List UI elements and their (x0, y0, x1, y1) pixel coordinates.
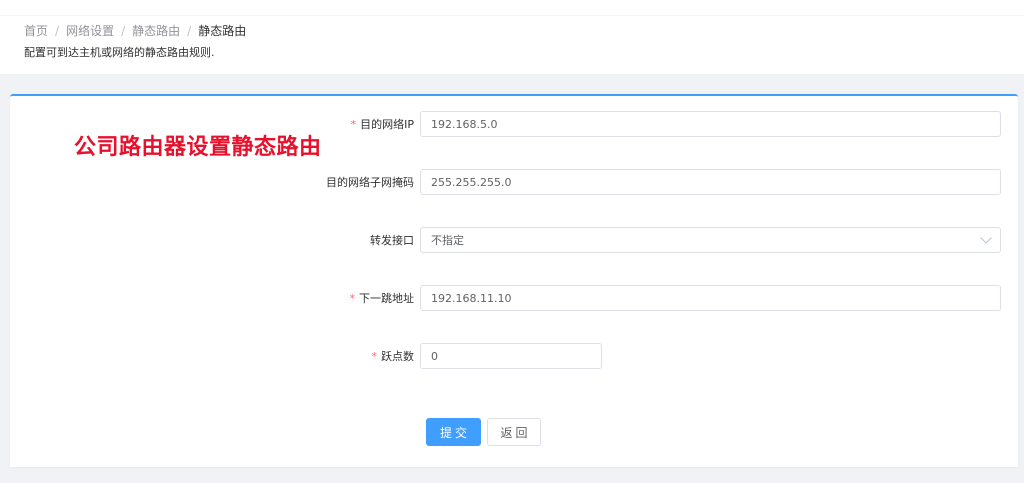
hops-value: 0 (431, 349, 438, 363)
dest-mask-value: 255.255.255.0 (431, 175, 512, 189)
dest-ip-input[interactable]: 192.168.5.0 (420, 111, 1001, 137)
next-hop-label: * 下一跳地址 (349, 292, 415, 305)
required-mark: * (350, 118, 357, 131)
annotation-note: 公司路由器设置静态路由 (74, 135, 322, 160)
interface-label: 转发接口 (370, 234, 414, 247)
dest-ip-label: * 目的网络IP (350, 118, 414, 131)
breadcrumb-current: 静态路由 (198, 24, 247, 38)
form-row-dest-ip: * 目的网络IP 192.168.5.0 (300, 111, 1001, 137)
dest-ip-value: 192.168.5.0 (431, 117, 498, 131)
breadcrumb-separator: / (121, 24, 126, 38)
required-mark: * (371, 350, 378, 363)
breadcrumb-separator: / (55, 24, 60, 38)
form-row-next-hop: * 下一跳地址 192.168.11.10 (300, 285, 1001, 311)
breadcrumb-static-route-parent[interactable]: 静态路由 (132, 23, 180, 39)
top-bar (0, 0, 1024, 16)
breadcrumb-home[interactable]: 首页 (24, 23, 48, 39)
form-row-dest-mask: 目的网络子网掩码 255.255.255.0 (300, 169, 1001, 195)
next-hop-value: 192.168.11.10 (431, 291, 512, 305)
page-description: 配置可到达主机或网络的静态路由规则. (24, 46, 215, 59)
chevron-down-icon (980, 232, 992, 244)
submit-button[interactable]: 提交 (426, 418, 481, 446)
hops-label: * 跃点数 (371, 350, 415, 363)
next-hop-input[interactable]: 192.168.11.10 (420, 285, 1001, 311)
interface-select[interactable]: 不指定 (420, 227, 1001, 253)
breadcrumb: 首页 / 网络设置 / 静态路由 / 静态路由 (24, 23, 246, 39)
interface-selected-value: 不指定 (431, 234, 464, 247)
form-row-interface: 转发接口 不指定 (300, 227, 1001, 253)
hops-input[interactable]: 0 (420, 343, 602, 369)
required-mark: * (349, 292, 356, 305)
page-header: 首页 / 网络设置 / 静态路由 / 静态路由 配置可到达主机或网络的静态路由规… (0, 0, 1024, 74)
breadcrumb-separator: / (187, 24, 192, 38)
form-row-hops: * 跃点数 0 (300, 343, 602, 369)
back-button[interactable]: 返回 (487, 418, 541, 446)
dest-mask-input[interactable]: 255.255.255.0 (420, 169, 1001, 195)
breadcrumb-network-settings[interactable]: 网络设置 (66, 23, 114, 39)
dest-mask-label: 目的网络子网掩码 (326, 176, 414, 189)
